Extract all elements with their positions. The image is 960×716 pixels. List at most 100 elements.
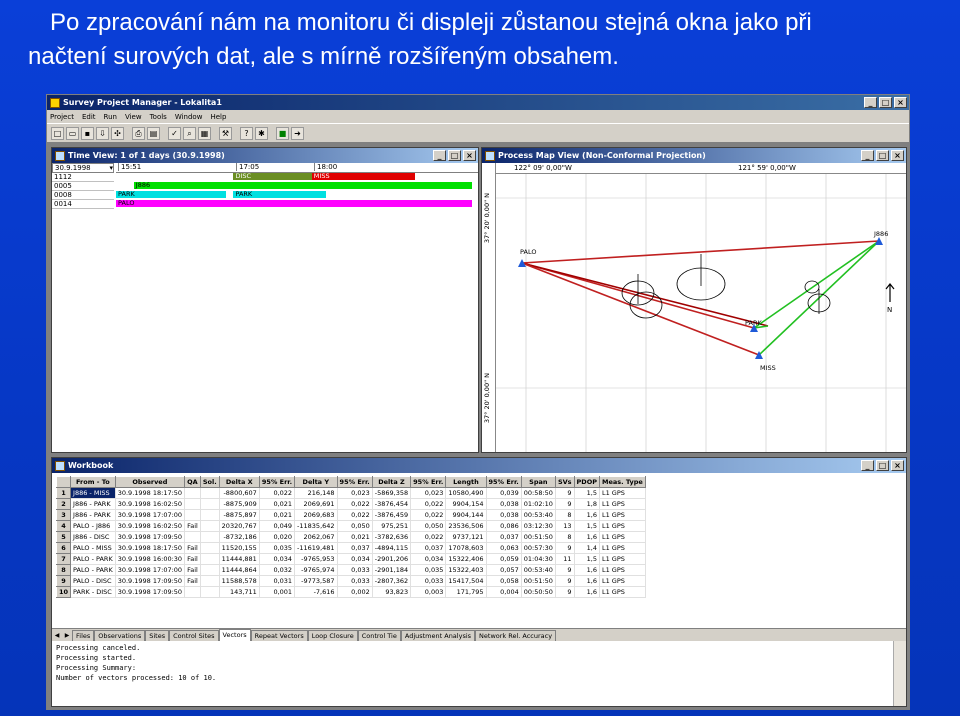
table-cell[interactable]: -9765,953 <box>294 553 338 565</box>
table-cell[interactable]: 00:53:40 <box>521 509 556 521</box>
table-row[interactable]: 6 PALO - MISS 30.9.1998 18:17:50 Fail 11520,… <box>55 542 646 554</box>
table-cell[interactable]: 1,6 <box>574 586 600 598</box>
table-cell[interactable]: PARK - DISC <box>70 586 116 598</box>
table-cell[interactable]: L1 GPS <box>599 498 646 510</box>
menu-item-view[interactable]: View <box>125 113 142 121</box>
table-cell[interactable]: 15417,504 <box>445 575 487 587</box>
table-cell[interactable]: 0,034 <box>410 553 447 565</box>
time-view-maximize-button[interactable]: □ <box>448 150 461 161</box>
menu-item-tools[interactable]: Tools <box>150 113 167 121</box>
help-button[interactable]: ? <box>240 126 253 140</box>
tab-first-icon[interactable]: ◀ <box>53 631 61 640</box>
map-canvas[interactable]: PALO J886 PARK MISS N <box>496 174 907 453</box>
table-cell[interactable]: L1 GPS <box>599 553 646 565</box>
table-cell[interactable] <box>200 575 220 587</box>
table-cell[interactable]: -3876,454 <box>372 498 412 510</box>
table-cell[interactable]: 11 <box>555 553 575 565</box>
green-box-button[interactable]: ■ <box>276 126 289 140</box>
workbook-minimize-button[interactable]: _ <box>861 460 874 471</box>
minimize-button[interactable]: _ <box>864 97 877 108</box>
table-cell[interactable]: Fail <box>184 564 201 576</box>
column-header[interactable]: Length <box>445 476 487 488</box>
session-bar[interactable]: PARK <box>233 191 327 198</box>
table-cell[interactable]: 0,001 <box>259 586 296 598</box>
column-header[interactable]: PDOP <box>573 476 600 488</box>
workbook-maximize-button[interactable]: □ <box>876 460 889 471</box>
table-cell[interactable]: 20320,767 <box>219 520 260 532</box>
maximize-button[interactable]: □ <box>879 97 892 108</box>
session-bar[interactable]: PARK <box>116 191 227 198</box>
menu-item-edit[interactable]: Edit <box>82 113 96 121</box>
menu-item-help[interactable]: Help <box>210 113 226 121</box>
zoom-button[interactable]: ⌕ <box>183 126 196 140</box>
table-cell[interactable]: 1,6 <box>574 564 600 576</box>
table-cell[interactable]: 30.9.1998 17:07:00 <box>115 509 186 521</box>
column-header[interactable]: Delta X <box>218 476 260 488</box>
table-row[interactable]: 10 PARK - DISC 30.9.1998 17:09:50 143,711 0,… <box>55 586 646 598</box>
table-cell[interactable]: -2807,362 <box>372 575 412 587</box>
column-header[interactable]: 95% Err. <box>258 476 296 488</box>
table-cell[interactable]: -9765,974 <box>294 564 338 576</box>
table-cell[interactable]: 0,063 <box>486 542 522 554</box>
table-cell[interactable]: 0,031 <box>259 575 296 587</box>
table-cell[interactable]: J886 - PARK <box>70 509 116 521</box>
table-cell[interactable]: 1,8 <box>574 498 600 510</box>
table-cell[interactable]: 00:50:50 <box>521 586 556 598</box>
table-cell[interactable]: 9 <box>555 575 575 587</box>
table-cell[interactable]: Fail <box>184 553 201 565</box>
table-cell[interactable]: -8875,909 <box>219 498 260 510</box>
table-cell[interactable]: L1 GPS <box>599 542 646 554</box>
table-cell[interactable]: 0,050 <box>410 520 447 532</box>
tab-repeat-vectors[interactable]: Repeat Vectors <box>250 630 308 641</box>
table-cell[interactable]: 0,037 <box>337 542 373 554</box>
table-cell[interactable]: 1,5 <box>574 553 600 565</box>
table-cell[interactable]: 0,020 <box>259 531 296 543</box>
table-row[interactable]: 4 PALO - J886 30.9.1998 16:02:50 Fail 20320,… <box>55 520 646 532</box>
table-cell[interactable]: -5869,358 <box>372 487 412 499</box>
table-cell[interactable] <box>200 498 220 510</box>
table-cell[interactable]: 11588,578 <box>219 575 260 587</box>
column-header[interactable]: Sol. <box>199 476 220 488</box>
table-cell[interactable]: 0,058 <box>486 575 522 587</box>
table-cell[interactable]: 30.9.1998 17:09:50 <box>115 575 186 587</box>
table-cell[interactable]: -11619,481 <box>294 542 338 554</box>
save-button[interactable]: ▪ <box>81 126 94 140</box>
table-cell[interactable]: 9 <box>555 586 575 598</box>
table-cell[interactable]: 143,711 <box>219 586 260 598</box>
table-cell[interactable]: 0,022 <box>337 509 373 521</box>
column-header[interactable]: From - To <box>70 476 116 488</box>
station-row[interactable]: 0005 <box>52 182 114 191</box>
table-cell[interactable]: PALO - PARK <box>70 564 116 576</box>
table-cell[interactable]: -9773,587 <box>294 575 338 587</box>
column-header[interactable]: 95% Err. <box>410 476 447 488</box>
map-view-maximize-button[interactable]: □ <box>876 150 889 161</box>
menu-item-run[interactable]: Run <box>104 113 117 121</box>
table-cell[interactable]: 30.9.1998 16:02:50 <box>115 520 186 532</box>
open-button[interactable]: ▭ <box>66 126 79 140</box>
table-cell[interactable]: 0,035 <box>410 564 447 576</box>
tab-observations[interactable]: Observations <box>94 630 146 641</box>
table-cell[interactable]: 9 <box>555 498 575 510</box>
table-cell[interactable]: 0,021 <box>259 498 296 510</box>
table-cell[interactable]: 0,004 <box>486 586 522 598</box>
date-select[interactable]: 30.9.1998 ▾ <box>52 163 114 173</box>
tab-vectors[interactable]: Vectors <box>218 629 251 641</box>
menu-item-window[interactable]: Window <box>175 113 203 121</box>
table-cell[interactable]: L1 GPS <box>599 509 646 521</box>
grid-button[interactable]: ▦ <box>198 126 211 140</box>
table-cell[interactable]: 1,5 <box>574 487 600 499</box>
table-cell[interactable] <box>200 553 220 565</box>
table-cell[interactable]: 0,022 <box>410 531 447 543</box>
table-cell[interactable] <box>200 509 220 521</box>
table-cell[interactable]: 0,033 <box>337 575 373 587</box>
table-cell[interactable]: 30.9.1998 17:09:50 <box>115 531 186 543</box>
tab-adjustment-analysis[interactable]: Adjustment Analysis <box>400 630 476 641</box>
table-cell[interactable]: 01:02:10 <box>521 498 556 510</box>
table-cell[interactable]: 17078,603 <box>445 542 487 554</box>
table-cell[interactable]: 0,033 <box>337 564 373 576</box>
close-button[interactable]: × <box>894 97 907 108</box>
table-cell[interactable]: 0,022 <box>337 498 373 510</box>
table-cell[interactable]: 0,023 <box>337 487 373 499</box>
table-cell[interactable]: 0,059 <box>486 553 522 565</box>
table-cell[interactable]: -8800,607 <box>219 487 260 499</box>
